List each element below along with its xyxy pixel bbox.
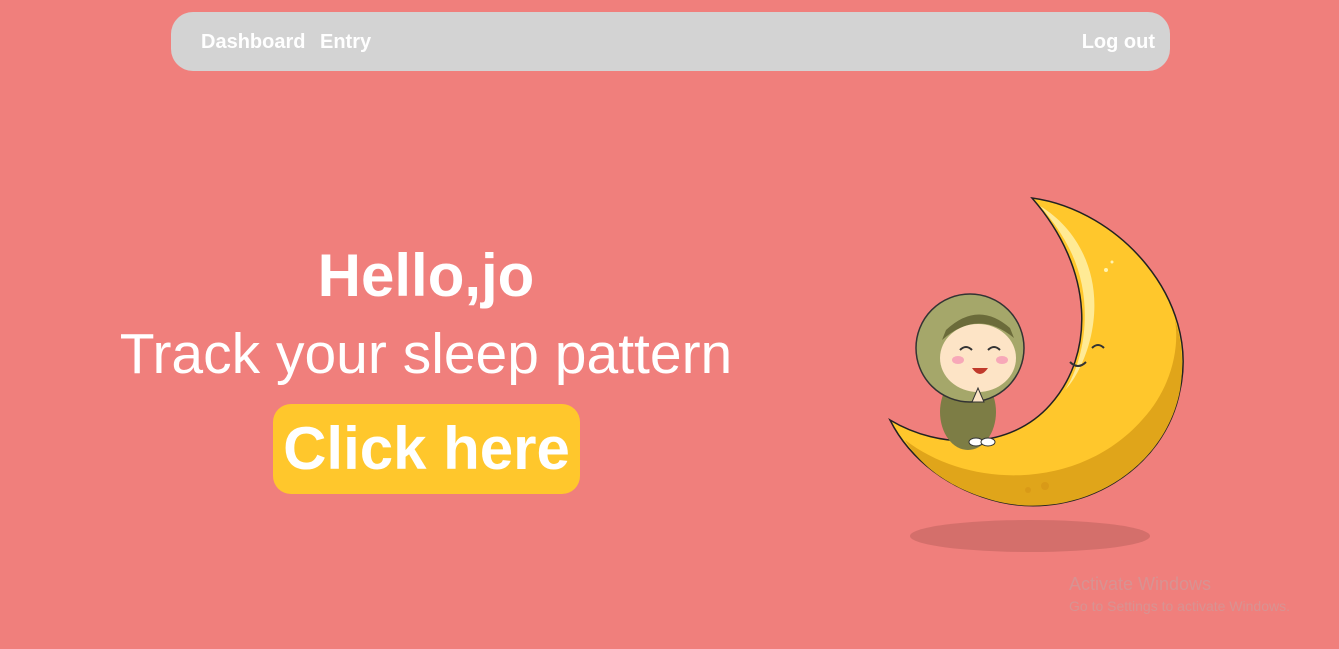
watermark-subtitle: Go to Settings to activate Windows. bbox=[1069, 598, 1290, 614]
moon-crater bbox=[1025, 487, 1031, 493]
nav-entry-link[interactable]: Entry bbox=[320, 30, 371, 54]
logout-link[interactable]: Log out bbox=[1082, 30, 1155, 54]
moon-dot bbox=[1110, 260, 1114, 264]
girl-right-shoe bbox=[980, 437, 996, 447]
moon-girl-illustration bbox=[888, 196, 1184, 552]
activate-windows-watermark: Activate Windows Go to Settings to activ… bbox=[1069, 573, 1290, 615]
nav-dashboard-link[interactable]: Dashboard bbox=[201, 30, 305, 54]
girl-figure bbox=[915, 293, 1025, 450]
page: Dashboard Entry Log out Hello,jo Track y… bbox=[0, 0, 1339, 649]
watermark-title: Activate Windows bbox=[1069, 574, 1212, 594]
girl-right-cheek bbox=[996, 356, 1008, 364]
girl-left-cheek bbox=[952, 356, 964, 364]
tagline-text: Track your sleep pattern bbox=[119, 322, 733, 386]
hero-section: Hello,jo Track your sleep pattern bbox=[40, 240, 812, 387]
click-here-button[interactable]: Click here bbox=[273, 404, 580, 494]
moon-crater bbox=[1041, 482, 1049, 490]
moon-dot bbox=[1104, 268, 1108, 272]
moon-shadow bbox=[910, 520, 1150, 552]
top-navbar: Dashboard Entry Log out bbox=[171, 12, 1170, 71]
greeting-heading: Hello,jo bbox=[317, 242, 535, 309]
